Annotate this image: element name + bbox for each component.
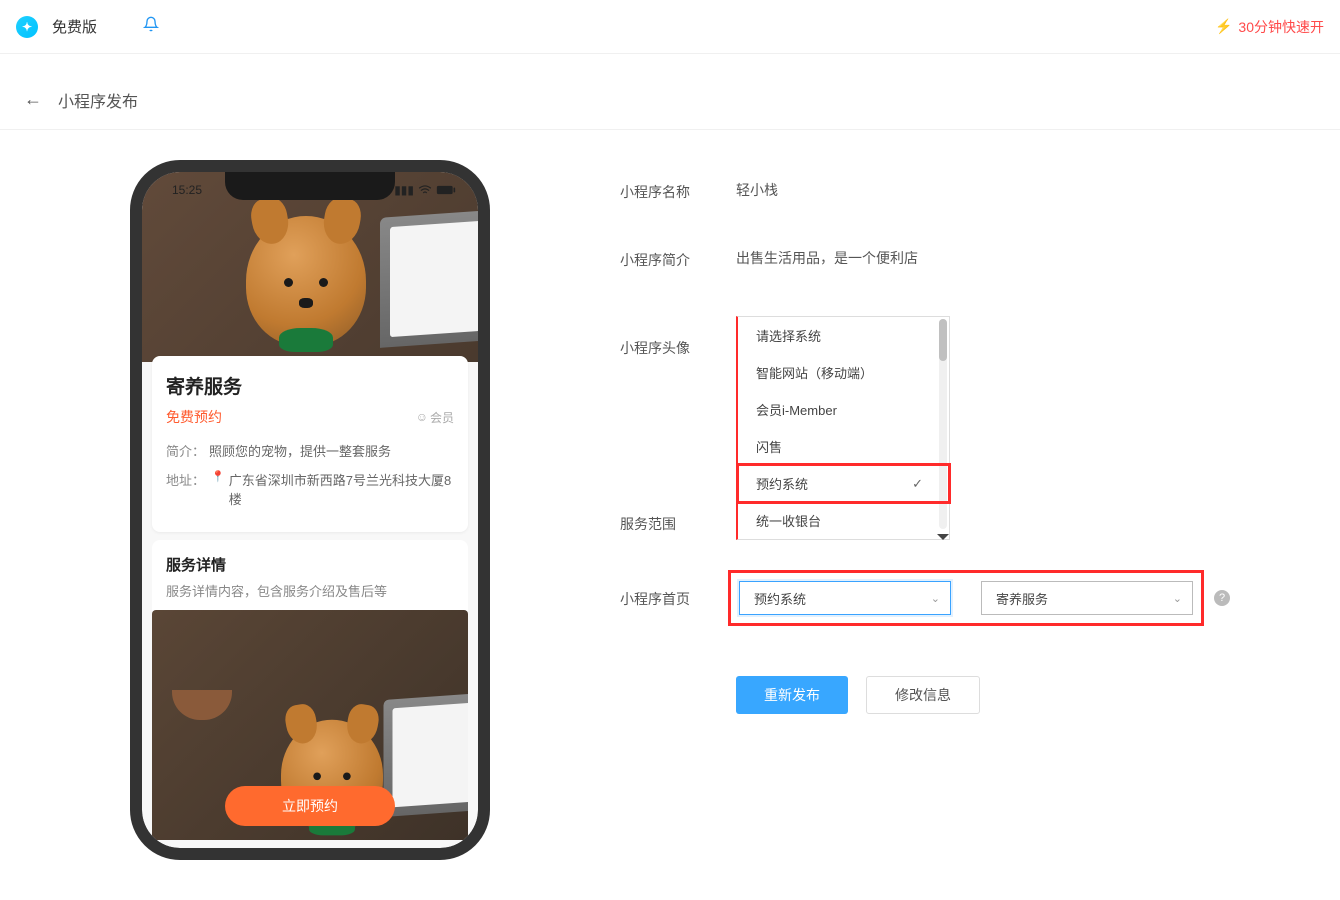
intro-text: 照顾您的宠物，提供一整套服务 [209, 441, 391, 460]
intro-value: 出售生活用品，是一个便利店 [736, 248, 918, 268]
status-time: 15:25 [172, 183, 202, 197]
button-row: 重新发布 修改信息 [736, 676, 1340, 714]
avatar-row: 小程序头像 请选择系统 智能网站（移动端） 会员i-Member 闪售 预约系统… [620, 316, 1340, 540]
wifi-icon [418, 185, 432, 195]
addr-text: 广东省深圳市新西路7号兰光科技大厦8楼 [229, 470, 454, 508]
pin-icon: 📍 [211, 470, 225, 508]
dropdown-item-website[interactable]: 智能网站（移动端） [738, 354, 949, 391]
system-dropdown[interactable]: 请选择系统 智能网站（移动端） 会员i-Member 闪售 预约系统 ✓ 统一收… [736, 316, 950, 540]
homepage-page-value: 寄养服务 [996, 589, 1048, 608]
service-title: 寄养服务 [166, 372, 454, 399]
address-line: 地址： 📍 广东省深圳市新西路7号兰光科技大厦8楼 [166, 470, 454, 508]
bolt-icon: ⚡ [1215, 18, 1232, 35]
intro-line: 简介： 照顾您的宠物，提供一整套服务 [166, 441, 454, 460]
name-value: 轻小栈 [736, 180, 778, 200]
check-icon: ✓ [912, 476, 923, 492]
dropdown-item-booking[interactable]: 预约系统 ✓ [738, 465, 949, 502]
version-label: 免费版 [52, 16, 97, 37]
intro-label: 简介： [166, 441, 205, 460]
logo-icon: ✦ [16, 16, 38, 38]
edit-info-button[interactable]: 修改信息 [866, 676, 980, 714]
name-row: 小程序名称 轻小栈 [620, 180, 1340, 202]
main-content: 15:25 ▮▮▮ 寄养服务 [0, 130, 1340, 900]
intro-label: 小程序简介 [620, 248, 736, 270]
service-sub-row: 免费预约 ☺ 会员 [166, 407, 454, 427]
homepage-select-group: 预约系统 ⌄ 寄养服务 ⌄ [728, 570, 1204, 626]
homepage-system-value: 预约系统 [754, 589, 806, 608]
hero-laptop [380, 210, 478, 348]
detail-title: 服务详情 [166, 554, 454, 575]
phone-notch [225, 172, 395, 200]
chevron-down-icon: ⌄ [1173, 592, 1182, 605]
form-column: 小程序名称 轻小栈 小程序简介 出售生活用品，是一个便利店 小程序头像 请选择系… [620, 160, 1340, 860]
homepage-system-select[interactable]: 预约系统 ⌄ [739, 581, 951, 615]
detail-sub: 服务详情内容，包含服务介绍及售后等 [166, 581, 454, 600]
member-tag: ☺ 会员 [416, 409, 454, 426]
phone-preview-column: 15:25 ▮▮▮ 寄养服务 [0, 160, 620, 860]
quick-start-link[interactable]: ⚡ 30分钟快速开 [1215, 17, 1324, 37]
homepage-row: 小程序首页 预约系统 ⌄ 寄养服务 ⌄ ? [620, 570, 1340, 626]
status-icons: ▮▮▮ [394, 183, 456, 197]
homepage-label: 小程序首页 [620, 587, 736, 609]
back-arrow-icon[interactable]: ← [24, 89, 42, 110]
price-tag: 免费预约 [166, 407, 222, 427]
phone-frame: 15:25 ▮▮▮ 寄养服务 [130, 160, 490, 860]
dropdown-item-member[interactable]: 会员i-Member [738, 391, 949, 428]
member-text: 会员 [430, 409, 454, 426]
help-icon[interactable]: ? [1214, 590, 1230, 606]
name-label: 小程序名称 [620, 180, 736, 202]
quick-start-text: 30分钟快速开 [1238, 17, 1324, 37]
person-icon: ☺ [416, 410, 428, 424]
dropdown-item-cashier[interactable]: 统一收银台 [738, 502, 949, 539]
avatar-label: 小程序头像 [620, 316, 736, 358]
dropdown-item-booking-label: 预约系统 [756, 474, 808, 493]
hero-dog [246, 216, 366, 346]
battery-icon [436, 185, 456, 195]
page-header: ← 小程序发布 [0, 70, 1340, 130]
top-bar: ✦ 免费版 ⚡ 30分钟快速开 [0, 0, 1340, 54]
book-now-button[interactable]: 立即预约 [225, 786, 395, 826]
addr-label: 地址： [166, 470, 205, 508]
service-card: 寄养服务 免费预约 ☺ 会员 简介： 照顾您的宠物，提供一整套服务 地址： [152, 356, 468, 532]
page-title: 小程序发布 [58, 88, 138, 112]
republish-button[interactable]: 重新发布 [736, 676, 848, 714]
phone-screen: 15:25 ▮▮▮ 寄养服务 [142, 172, 478, 848]
dropdown-item-placeholder[interactable]: 请选择系统 [738, 317, 949, 354]
intro-row: 小程序简介 出售生活用品，是一个便利店 [620, 248, 1340, 270]
signal-icon: ▮▮▮ [394, 183, 414, 197]
chevron-down-icon: ⌄ [931, 592, 940, 605]
homepage-page-select[interactable]: 寄养服务 ⌄ [981, 581, 1193, 615]
bell-icon[interactable] [143, 16, 159, 37]
dropdown-item-flash[interactable]: 闪售 [738, 428, 949, 465]
chevron-down-icon [937, 534, 949, 540]
